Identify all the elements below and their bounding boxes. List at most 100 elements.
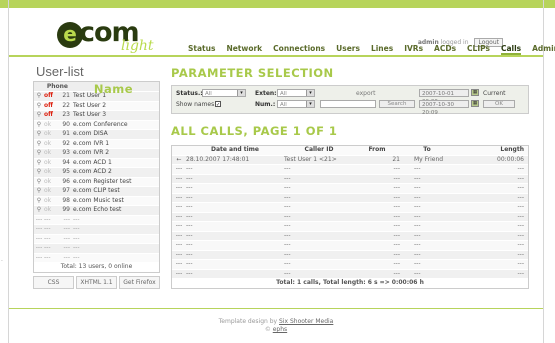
num-select[interactable]: All ▾ — [277, 100, 315, 108]
param-title: PARAMETER SELECTION — [171, 66, 334, 80]
empty-user-row: --- --- --- --- — [34, 214, 159, 224]
empty-cell: --- — [517, 203, 525, 210]
calendar-to-icon[interactable]: ▦ — [471, 100, 479, 107]
copyright-link[interactable]: ephs — [273, 326, 287, 333]
user-row[interactable]: ⚲ off 22 Test User 2 — [34, 100, 159, 110]
empty-call-row: --- --- --- --- --- --- — [172, 268, 528, 278]
empty-cell: --- — [393, 250, 401, 258]
calls-col-header[interactable]: Date and time — [186, 146, 284, 155]
user-row[interactable]: ⚲ ok 93 e.com IVR 2 — [34, 148, 159, 158]
nav-ivrs[interactable]: IVRs — [404, 44, 423, 53]
nav-clips[interactable]: CLIPs — [467, 44, 490, 53]
empty-cell: --- — [44, 244, 51, 251]
user-phone: 90 — [62, 120, 70, 128]
user-row[interactable]: ⚲ ok 97 e.com CLIP test — [34, 186, 159, 196]
user-list-header: Phone Name — [34, 82, 159, 96]
user-row[interactable]: ⚲ off 21 Test User 1 — [34, 91, 159, 101]
user-status: ok — [44, 187, 52, 194]
user-row[interactable]: ⚲ ok 95 e.com ACD 2 — [34, 167, 159, 177]
footer: Template design by Six Shooter Media © e… — [9, 318, 543, 334]
user-phone: 97 — [62, 187, 70, 194]
empty-cell: --- — [414, 260, 421, 267]
calls-col-header — [172, 146, 186, 155]
nav-calls[interactable]: Calls — [500, 44, 522, 55]
calls-col-header[interactable]: Caller ID — [284, 146, 354, 155]
phone-icon: ⚲ — [36, 196, 42, 204]
calls-col-header[interactable]: Length — [454, 146, 528, 155]
exten-select[interactable]: All ▾ — [277, 89, 315, 97]
phone-icon: ⚲ — [36, 149, 42, 156]
calls-title: ALL CALLS, PAGE 1 OF 1 — [171, 124, 338, 138]
nav-users[interactable]: Users — [336, 44, 360, 53]
nav-acds[interactable]: ACDs — [434, 44, 456, 53]
validator-get-firefox[interactable]: Get Firefox — [119, 276, 160, 289]
header-divider — [9, 55, 543, 57]
calendar-from-icon[interactable]: ▦ — [471, 89, 479, 96]
user-list-rows: ⚲ off 21 Test User 1 ⚲ off 22 Test User 2 ⚲ off 23… — [34, 91, 159, 262]
empty-cell: --- — [44, 225, 51, 232]
phone-icon: ⚲ — [36, 92, 42, 99]
phone-icon: ⚲ — [36, 101, 42, 109]
empty-cell: --- — [284, 231, 291, 239]
nav-lines[interactable]: Lines — [371, 44, 393, 53]
date-to-field[interactable]: 2007-10-30 20:09 — [419, 100, 469, 116]
arrow-left-icon[interactable]: ← — [172, 156, 186, 165]
export-link[interactable]: export — [356, 90, 375, 97]
user-row[interactable]: ⚲ off 23 Test User 3 — [34, 110, 159, 120]
empty-cell: --- — [63, 225, 71, 232]
user-row[interactable]: ⚲ ok 96 e.com Register test — [34, 176, 159, 186]
calls-col-header[interactable]: From — [354, 146, 400, 155]
empty-cell: --- — [175, 231, 183, 239]
show-names-checkbox[interactable]: ✓ — [215, 101, 221, 108]
user-row[interactable]: ⚲ ok 99 e.com Echo test — [34, 205, 159, 215]
empty-cell: --- — [414, 193, 421, 201]
calls-col-header[interactable]: To — [400, 146, 454, 155]
call-row[interactable]: ← 28.10.2007 17:48:01 Test User 1 <21> 21 My… — [172, 154, 528, 165]
user-row[interactable]: ⚲ ok 91 e.com DISA — [34, 129, 159, 139]
empty-cell: --- — [175, 165, 183, 172]
date-from-field[interactable]: 2007-10-01 00:00 — [419, 89, 469, 105]
user-row[interactable]: ⚲ ok 98 e.com Music test — [34, 195, 159, 205]
validator-xhtml-1-1[interactable]: XHTML 1.1 — [76, 276, 117, 289]
empty-cell: --- — [517, 260, 525, 267]
empty-cell: --- — [73, 253, 80, 261]
phone-icon: ⚲ — [36, 187, 42, 194]
ok-button[interactable]: OK — [483, 100, 515, 108]
user-row[interactable]: ⚲ ok 90 e.com Conference — [34, 119, 159, 129]
validator-css[interactable]: CSS — [33, 276, 74, 289]
status-select[interactable]: All ▾ — [202, 89, 246, 97]
design-credit-link[interactable]: Six Shooter Media — [279, 318, 333, 325]
param-form: Status.: All ▾ Exten: All ▾ export 2007-10… — [171, 85, 529, 116]
empty-cell: --- — [284, 184, 291, 191]
empty-cell: --- — [175, 174, 183, 182]
user-name: e.com ACD 1 — [73, 158, 112, 166]
user-status: off — [44, 92, 53, 99]
empty-call-row: --- --- --- --- --- --- — [172, 230, 528, 240]
empty-cell: --- — [393, 184, 401, 191]
chevron-down-icon: ▾ — [306, 101, 314, 107]
phone-icon: ⚲ — [36, 206, 42, 213]
user-phone: 98 — [62, 196, 70, 204]
number-input[interactable] — [320, 100, 376, 108]
user-name: e.com CLIP test — [73, 187, 120, 194]
nav-network[interactable]: Network — [226, 44, 262, 53]
user-phone: 22 — [62, 101, 70, 109]
user-phone: 91 — [62, 130, 70, 137]
user-row[interactable]: ⚲ ok 94 e.com ACD 1 — [34, 157, 159, 167]
side-marker: · — [1, 258, 3, 265]
logo-light: light — [121, 38, 154, 54]
nav-admin[interactable]: Admin — [532, 44, 555, 53]
calls-table-rows: ← 28.10.2007 17:48:01 Test User 1 <21> 21 My… — [172, 154, 528, 278]
user-name: Test User 3 — [73, 111, 107, 118]
user-status: ok — [44, 168, 52, 175]
search-button[interactable]: Search — [379, 100, 415, 108]
empty-cell: --- — [35, 215, 43, 223]
empty-cell: --- — [284, 260, 291, 267]
nav-connections[interactable]: Connections — [273, 44, 325, 53]
phone-icon: ⚲ — [36, 177, 42, 185]
empty-cell: --- — [63, 215, 71, 223]
nav-status[interactable]: Status — [188, 44, 215, 53]
user-name: e.com Conference — [73, 120, 128, 128]
empty-cell: --- — [44, 253, 51, 261]
user-row[interactable]: ⚲ ok 92 e.com IVR 1 — [34, 138, 159, 148]
